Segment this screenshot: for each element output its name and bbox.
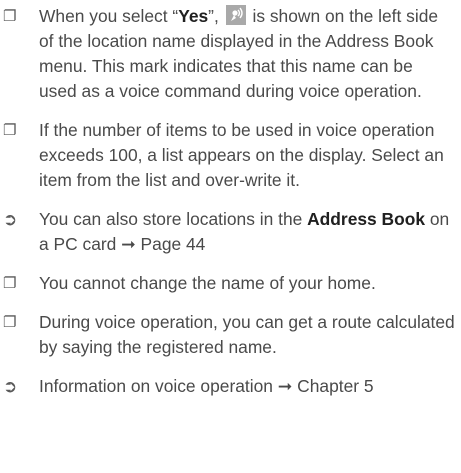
checkbox-bullet: ❐ <box>3 275 17 292</box>
reference-text: You can also store locations in the Addr… <box>39 209 450 254</box>
reference-arrow-icon: ➲ <box>3 377 18 396</box>
reference-text: Information on voice operation ➞ Chapter… <box>39 376 374 396</box>
reference-voice-operation: ➲ Information on voice operation ➞ Chapt… <box>0 374 461 399</box>
voice-command-icon <box>225 5 246 25</box>
note-yes-voice-mark: ❐ When you select “Yes”, is shown on the… <box>0 4 461 104</box>
note-text: When you select “Yes”, is shown on the l… <box>39 5 439 101</box>
note-text: You cannot change the name of your home. <box>39 273 376 293</box>
note-home-name: ❐ You cannot change the name of your hom… <box>0 271 461 296</box>
note-text: During voice operation, you can get a ro… <box>39 312 455 357</box>
reference-pc-card: ➲ You can also store locations in the Ad… <box>0 207 461 257</box>
reference-arrow-icon: ➲ <box>3 210 18 229</box>
instruction-list: ❐ When you select “Yes”, is shown on the… <box>0 4 461 399</box>
checkbox-bullet: ❐ <box>3 8 17 25</box>
checkbox-bullet: ❐ <box>3 122 17 139</box>
note-list-exceeds-100: ❐ If the number of items to be used in v… <box>0 118 461 193</box>
checkbox-bullet: ❐ <box>3 314 17 331</box>
note-text: If the number of items to be used in voi… <box>39 120 444 190</box>
note-voice-route: ❐ During voice operation, you can get a … <box>0 310 461 360</box>
